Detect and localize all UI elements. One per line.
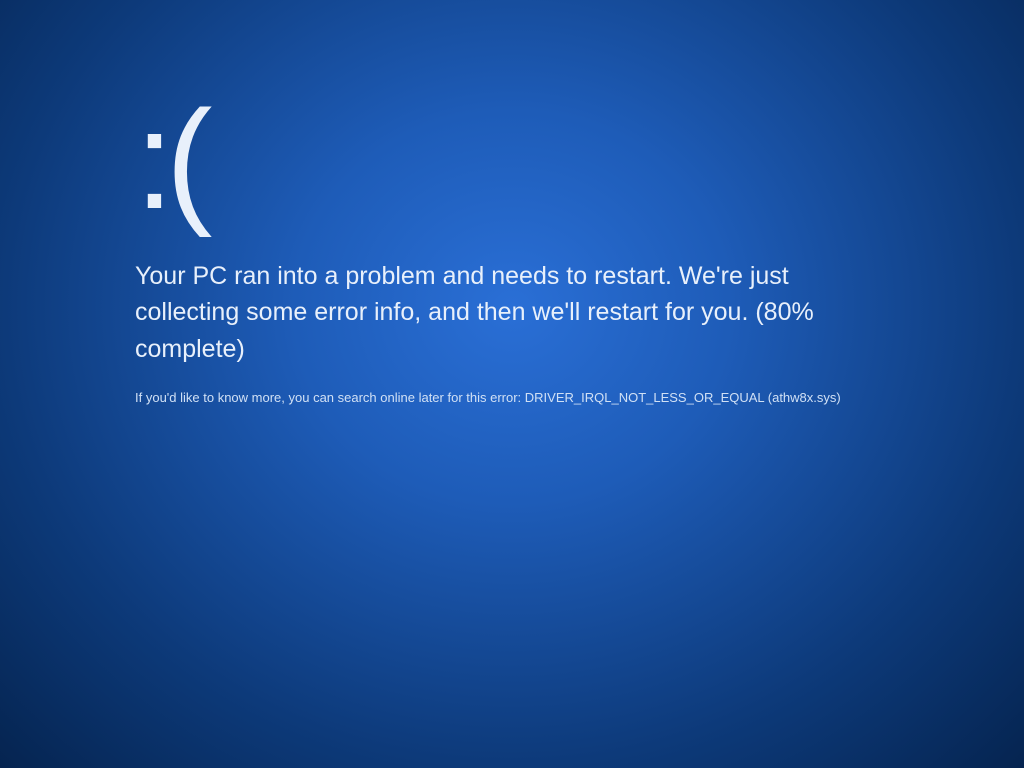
error-detail: If you'd like to know more, you can sear… <box>135 389 895 407</box>
error-message: Your PC ran into a problem and needs to … <box>135 258 855 367</box>
sad-face-emoticon: :( <box>135 90 1024 230</box>
